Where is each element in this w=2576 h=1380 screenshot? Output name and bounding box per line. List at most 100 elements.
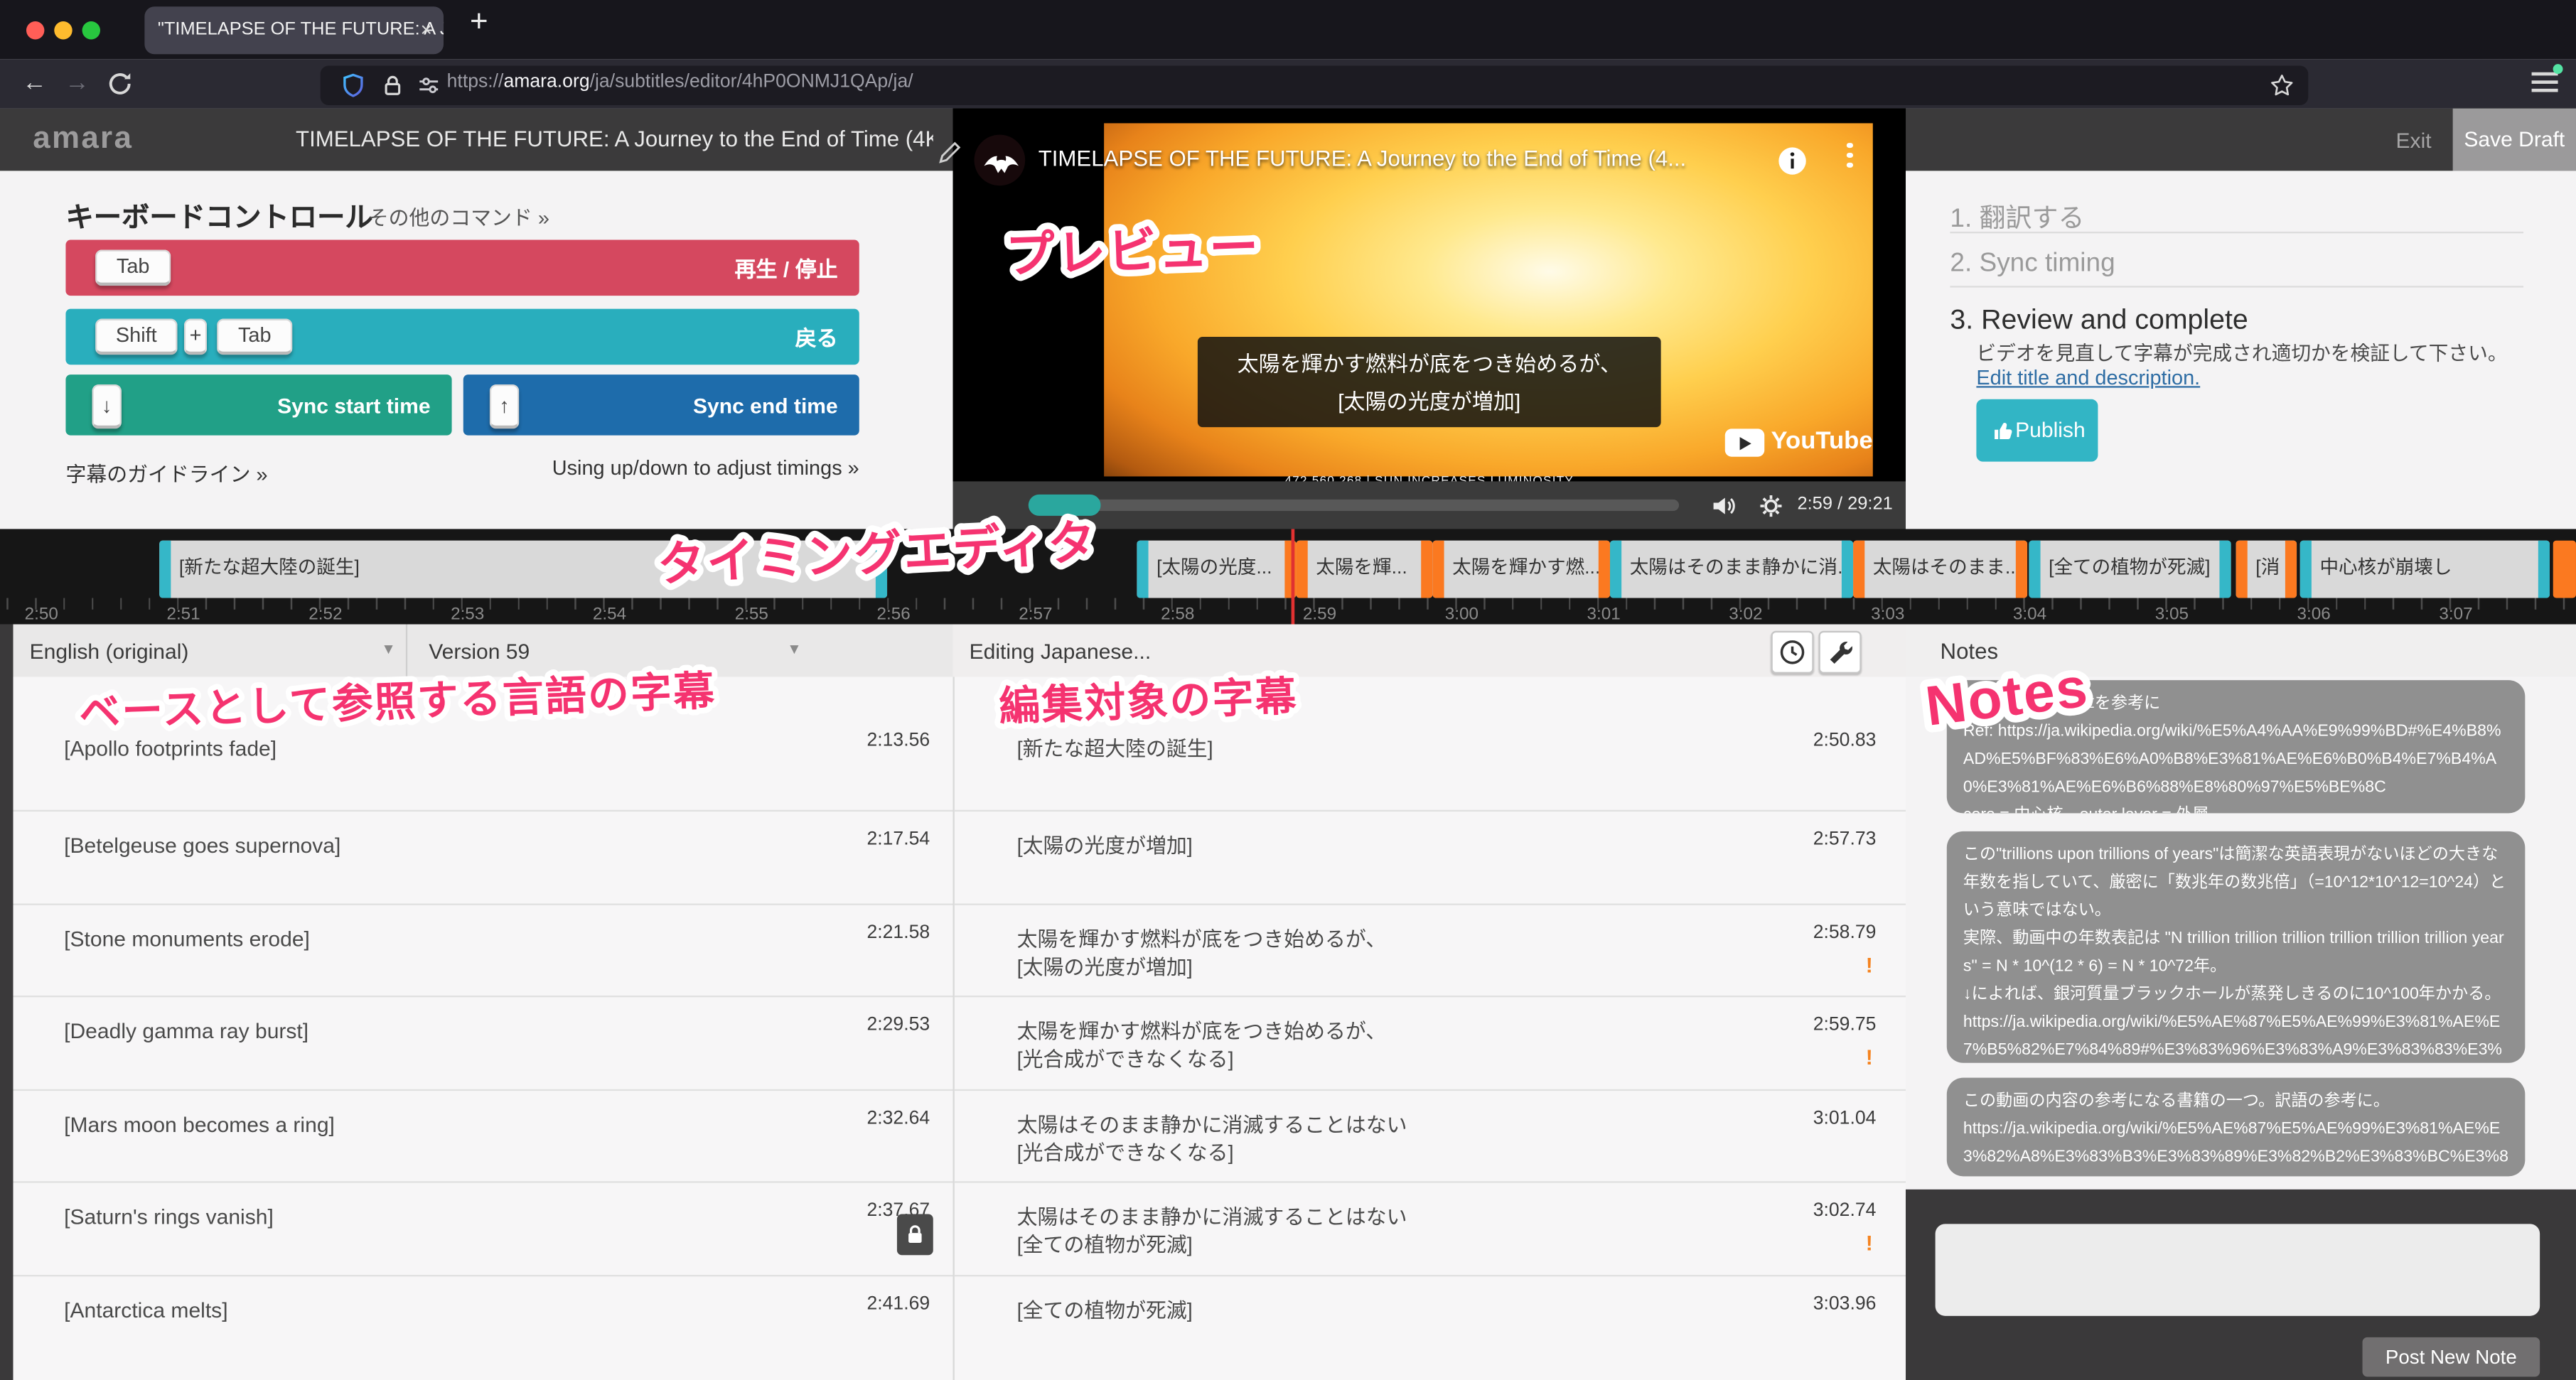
subtitle-text[interactable]: 太陽はそのまま静かに消滅することはない [光合成ができなくなる] xyxy=(955,1111,1906,1168)
notes-panel: 連する内容の文章を参考に Ref: https://ja.wikipedia.o… xyxy=(1906,677,2576,1190)
tools-button[interactable] xyxy=(1819,631,1862,674)
timing-tool-button[interactable] xyxy=(1771,631,1813,674)
tab-close-icon[interactable]: × xyxy=(421,6,432,54)
timeline-subtitle-block[interactable]: 太陽はそのまま静かに消... xyxy=(1610,541,1853,598)
channel-avatar[interactable] xyxy=(975,135,1026,186)
exit-button[interactable]: Exit xyxy=(2396,128,2432,153)
player-menu-dots-icon[interactable] xyxy=(1843,143,1856,173)
post-new-note-button[interactable]: Post New Note xyxy=(2363,1337,2540,1376)
sync-end-shortcut[interactable]: ↑ Sync end time xyxy=(463,374,859,436)
playhead[interactable] xyxy=(1292,529,1295,624)
lock-button[interactable] xyxy=(897,1214,933,1255)
video-player[interactable]: TIMELAPSE OF THE FUTURE: A Journey to th… xyxy=(953,109,1906,529)
guidelines-link[interactable]: 字幕のガイドライン » xyxy=(65,457,267,488)
subtitle-overlay-line1: 太陽を輝かす燃料が底をつき始めるが、 xyxy=(1198,345,1661,382)
edit-title-pencil-icon[interactable] xyxy=(936,138,964,166)
subtitle-text: [Saturn's rings vanish] xyxy=(13,1204,952,1229)
youtube-logo[interactable]: YouTube xyxy=(1725,427,1906,460)
subtitle-text[interactable]: 太陽はそのまま静かに消滅することはない [全ての植物が死滅] xyxy=(955,1204,1906,1261)
step-sync-timing[interactable]: 2. Sync timing xyxy=(1950,249,2115,279)
subtitle-row[interactable]: [Betelgeuse goes supernova] 2:17.54 xyxy=(13,810,952,903)
step-translate[interactable]: 1. 翻訳する xyxy=(1950,195,2084,235)
back-shortcut[interactable]: Shift + Tab 戻る xyxy=(65,309,859,365)
bookmark-star-icon[interactable] xyxy=(2269,72,2295,98)
reload-icon[interactable] xyxy=(105,69,135,99)
back-icon[interactable]: ← xyxy=(16,65,53,102)
subtitle-row[interactable]: [太陽の光度が増加] 2:57.73 xyxy=(955,810,1906,903)
chevron-down-icon[interactable]: ▼ xyxy=(381,641,396,657)
note-bubble[interactable]: この動画の内容の参考になる書籍の一つ。訳語の参考に。 https://ja.wi… xyxy=(1947,1078,2526,1177)
minimize-window-button[interactable] xyxy=(54,21,72,38)
url-bar[interactable]: https://amara.org/ja/subtitles/editor/4h… xyxy=(321,65,2309,104)
timing-editor[interactable]: [新たな超大陸の誕生] [太陽の光度... 太陽を輝... 太陽を輝かす燃...… xyxy=(0,529,2576,624)
subtitle-row[interactable]: [Deadly gamma ray burst] 2:29.53 xyxy=(13,996,952,1089)
timing-warning-icon[interactable]: ! xyxy=(1866,1045,1873,1069)
subtitle-time: 2:41.69 xyxy=(866,1294,930,1314)
review-description: ビデオを見直して字幕が完成され適切かを検証して下さい。 xyxy=(1976,338,2507,366)
subtitle-text: [Deadly gamma ray burst] xyxy=(13,1018,952,1043)
adjust-timings-link[interactable]: Using up/down to adjust timings » xyxy=(552,457,859,480)
timeline-subtitle-block[interactable]: [消 xyxy=(2236,541,2297,598)
subtitle-row[interactable]: [Saturn's rings vanish] 2:37.67 xyxy=(13,1181,952,1274)
info-icon[interactable] xyxy=(1778,146,1808,176)
timing-warning-icon[interactable]: ! xyxy=(1866,952,1873,977)
subtitle-row[interactable]: 太陽を輝かす燃料が底をつき始めるが、 [光合成ができなくなる] 2:59.75 … xyxy=(955,996,1906,1089)
subtitle-text: [Antarctica melts] xyxy=(13,1297,952,1322)
forward-icon[interactable]: → xyxy=(59,65,95,102)
subtitle-row[interactable]: 太陽はそのまま静かに消滅することはない [光合成ができなくなる] 3:01.04 xyxy=(955,1089,1906,1182)
subtitle-time: 3:01.04 xyxy=(1813,1108,1877,1128)
subtitle-text[interactable]: 太陽を輝かす燃料が底をつき始めるが、 [太陽の光度が増加] xyxy=(955,926,1906,982)
timeline-subtitle-block[interactable]: 太陽を輝... xyxy=(1297,541,1433,598)
subtitle-row[interactable]: [Mars moon becomes a ring] 2:32.64 xyxy=(13,1089,952,1182)
reference-subtitle-list: [Apollo footprints fade] 2:13.56 [Betelg… xyxy=(13,677,952,1380)
play-pause-shortcut[interactable]: Tab 再生 / 停止 xyxy=(65,240,859,296)
save-draft-button[interactable]: Save Draft xyxy=(2453,109,2576,171)
subtitle-row[interactable]: [Antarctica melts] 2:41.69 xyxy=(13,1274,952,1380)
timeline-subtitle-block[interactable]: 太陽はそのまま... xyxy=(1853,541,2027,598)
zoom-window-button[interactable] xyxy=(82,21,100,38)
publish-button[interactable]: Publish xyxy=(1976,399,2098,462)
subtitle-time: 2:59.75 xyxy=(1813,1015,1877,1035)
timeline-ruler-labels: 2:502:512:522:532:542:552:562:572:582:59… xyxy=(0,601,2576,624)
note-bubble[interactable]: この"trillions upon trillions of years"は簡潔… xyxy=(1947,831,2526,1063)
subtitle-row[interactable]: 太陽を輝かす燃料が底をつき始めるが、 [太陽の光度が増加] 2:58.79 ! xyxy=(955,902,1906,996)
update-dot-icon xyxy=(2553,64,2563,74)
annotation-preview: プレビュー xyxy=(994,194,1375,299)
subtitle-time: 2:32.64 xyxy=(866,1108,930,1128)
more-commands-link[interactable]: その他のコマンド » xyxy=(368,200,549,232)
browser-tab[interactable]: "TIMELAPSE OF THE FUTURE: A Jou × xyxy=(144,6,444,54)
play-pause-label: 再生 / 停止 xyxy=(734,252,837,284)
timing-warning-icon[interactable]: ! xyxy=(1866,1231,1873,1256)
subtitle-text[interactable]: 太陽を輝かす燃料が底をつき始めるが、 [光合成ができなくなる] xyxy=(955,1018,1906,1074)
amara-logo[interactable]: amara xyxy=(33,122,133,158)
new-tab-button[interactable]: + xyxy=(470,5,488,41)
timeline-subtitle-block[interactable]: [全ての植物が死滅] xyxy=(2029,541,2231,598)
timeline-subtitle-block[interactable]: 中心核が崩壊し xyxy=(2300,541,2550,598)
subtitle-row[interactable]: [Stone monuments erode] 2:21.58 xyxy=(13,902,952,996)
lock-icon[interactable] xyxy=(380,72,406,98)
subtitle-text[interactable]: [全ての植物が死滅] xyxy=(955,1297,1906,1325)
subtitle-text: [Betelgeuse goes supernova] xyxy=(13,833,952,858)
timeline-tick-label: 2:57 xyxy=(1019,605,1052,625)
volume-icon[interactable] xyxy=(1709,491,1739,521)
step-review-complete[interactable]: 3. Review and complete xyxy=(1950,304,2248,337)
subtitle-text[interactable]: [太陽の光度が増加] xyxy=(955,833,1906,861)
timeline-subtitle-block[interactable]: 太陽を輝かす燃... xyxy=(1432,541,1610,598)
player-video-title[interactable]: TIMELAPSE OF THE FUTURE: A Journey to th… xyxy=(1039,146,1761,171)
settings-gear-icon[interactable] xyxy=(1756,491,1786,521)
svg-text:ベースとして参照する言語の字幕: ベースとして参照する言語の字幕 xyxy=(78,669,717,736)
timeline-subtitle-block[interactable]: [太陽の光度... xyxy=(1137,541,1296,598)
tracking-protection-shield-icon[interactable] xyxy=(340,72,366,98)
timeline-subtitle-block[interactable] xyxy=(2553,541,2576,598)
sync-start-shortcut[interactable]: ↓ Sync start time xyxy=(65,374,451,436)
close-window-button[interactable] xyxy=(26,21,44,38)
subtitle-row[interactable]: [全ての植物が死滅] 3:03.96 xyxy=(955,1274,1906,1380)
menu-hamburger-icon[interactable] xyxy=(2532,72,2558,95)
timeline-tick-label: 2:50 xyxy=(25,605,58,625)
left-edge-strip xyxy=(0,625,13,1380)
subtitle-row[interactable]: 太陽はそのまま静かに消滅することはない [全ての植物が死滅] 3:02.74 ! xyxy=(955,1181,1906,1274)
new-note-textarea[interactable] xyxy=(1936,1224,2540,1315)
permissions-icon[interactable] xyxy=(416,72,442,98)
edit-title-description-link[interactable]: Edit title and description. xyxy=(1976,367,2200,389)
reference-language-select[interactable]: English (original) xyxy=(30,639,189,664)
